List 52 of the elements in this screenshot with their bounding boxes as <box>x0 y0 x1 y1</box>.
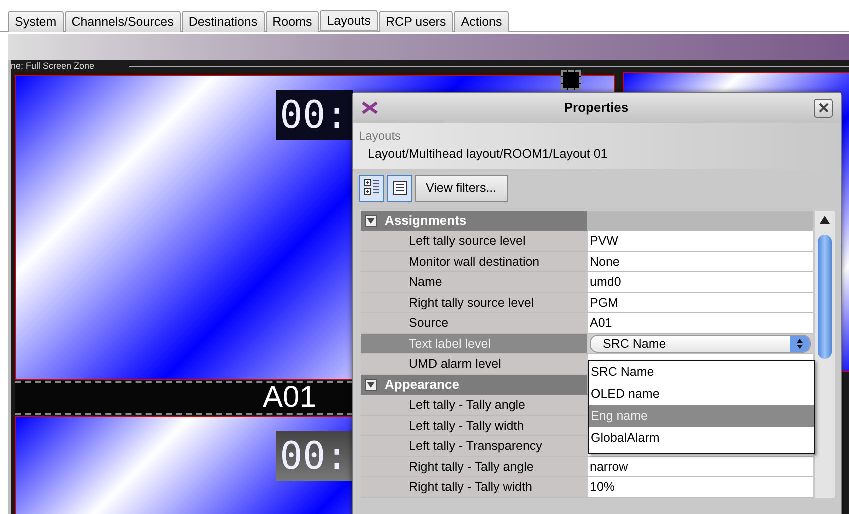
tab[interactable]: Rooms <box>266 11 320 32</box>
up-down-arrows-icon <box>797 338 804 349</box>
property-label[interactable]: Left tally - Tally angle <box>361 395 587 415</box>
monitor-handle[interactable] <box>561 70 581 90</box>
categorized-view-button[interactable] <box>359 174 384 202</box>
property-value[interactable]: 10% <box>588 477 814 497</box>
dropdown-option[interactable]: GlobalAlarm <box>589 427 814 449</box>
property-label[interactable]: UMD alarm level <box>361 354 587 374</box>
property-label[interactable]: Right tally source level <box>361 292 587 312</box>
tab[interactable]: Layouts <box>320 10 378 32</box>
tab[interactable]: Actions <box>454 11 510 32</box>
triangle-down-icon <box>367 218 375 224</box>
property-value[interactable]: umd0 <box>588 272 814 292</box>
collapse-toggle[interactable] <box>365 215 377 227</box>
dropdown-option[interactable]: SRC Name <box>589 361 814 383</box>
scrollbar[interactable] <box>815 210 835 498</box>
context-label: Layouts <box>359 128 402 145</box>
list-view-button[interactable] <box>387 174 412 202</box>
tab[interactable]: System <box>8 11 64 32</box>
property-value[interactable]: A01 <box>588 313 814 333</box>
tab[interactable]: Destinations <box>182 11 265 32</box>
timer-display: 00: <box>276 431 353 481</box>
tab[interactable]: Channels/Sources <box>64 11 181 32</box>
collapse-toggle[interactable] <box>365 379 377 391</box>
property-label[interactable]: Left tally - Transparency <box>361 436 587 456</box>
property-value[interactable]: PVW <box>588 231 814 251</box>
property-label[interactable]: Right tally - Tally width <box>361 477 587 497</box>
dialog-title: Properties <box>563 99 630 118</box>
section-title: Assignments <box>385 212 467 230</box>
tab[interactable]: RCP users <box>379 11 454 32</box>
zone-label: ne: Full Screen Zone <box>11 61 95 71</box>
triangle-down-icon <box>367 382 375 388</box>
list-icon <box>392 181 406 196</box>
scroll-thumb[interactable] <box>818 234 832 359</box>
property-label[interactable]: Source <box>361 313 587 333</box>
property-label[interactable]: Monitor wall destination <box>361 252 587 272</box>
close-button[interactable] <box>814 98 833 118</box>
x-logo-icon <box>361 101 379 115</box>
property-value[interactable]: narrow <box>588 456 814 476</box>
scroll-up-icon[interactable] <box>820 216 830 224</box>
property-value[interactable]: PGM <box>588 292 814 312</box>
timer-display: 00: <box>276 90 353 140</box>
property-label[interactable]: Name <box>361 272 587 292</box>
value-dropdown[interactable]: SRC Name <box>590 334 812 353</box>
view-filters-button[interactable]: View filters... <box>415 174 508 202</box>
tree-list-icon <box>364 179 380 198</box>
close-icon <box>818 103 828 113</box>
property-label[interactable]: Left tally source level <box>361 231 587 251</box>
property-value[interactable]: None <box>588 252 814 272</box>
object-path: Layout/Multihead layout/ROOM1/Layout 01 <box>367 146 609 163</box>
property-label[interactable]: Right tally - Tally angle <box>361 456 587 476</box>
property-label[interactable]: Left tally - Tally width <box>361 416 587 436</box>
